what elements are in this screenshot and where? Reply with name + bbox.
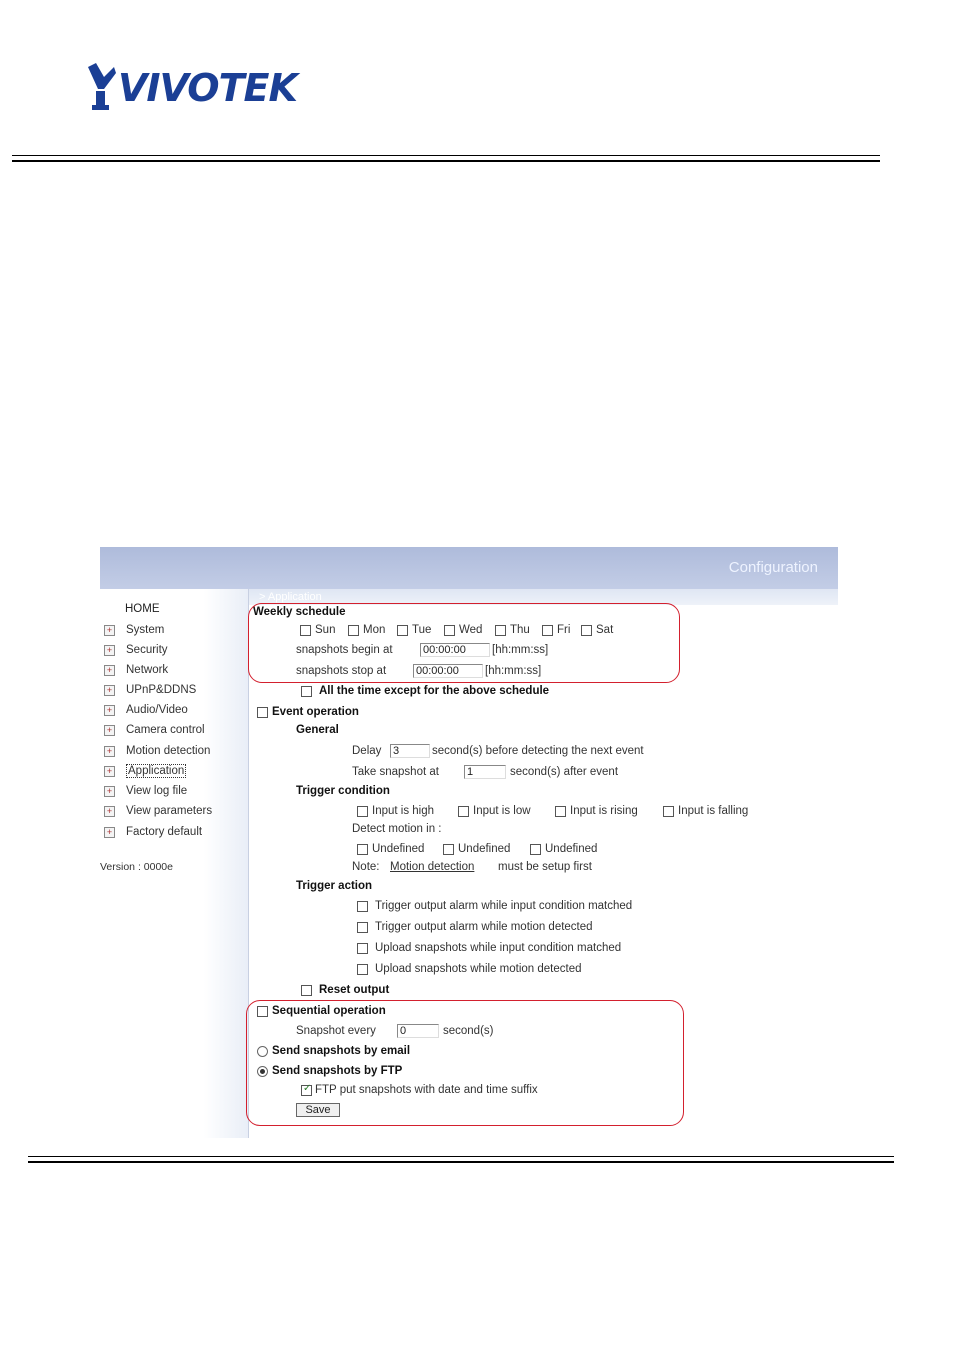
- input-falling-checkbox[interactable]: [663, 806, 674, 817]
- action-alarm-motion-checkbox[interactable]: [357, 922, 368, 933]
- delay-input[interactable]: 3: [390, 744, 430, 758]
- motion-window-1-checkbox[interactable]: [357, 844, 368, 855]
- expand-icon: +: [104, 664, 115, 676]
- expand-icon: +: [104, 745, 115, 757]
- take-snapshot-input[interactable]: 1: [464, 765, 506, 779]
- motion-window-label: Undefined: [372, 843, 425, 855]
- expand-icon: +: [104, 805, 115, 817]
- config-screenshot: Configuration HOME + System + Security + Ne…: [100, 547, 838, 1138]
- take-snapshot-suffix: second(s) after event: [510, 766, 619, 778]
- event-operation-checkbox[interactable]: [257, 707, 268, 718]
- expand-icon: +: [104, 785, 115, 797]
- expand-icon: +: [104, 624, 115, 636]
- version-label: Version : 0000e: [100, 861, 173, 873]
- delay-label: Delay: [352, 745, 382, 757]
- trigger-condition-heading: Trigger condition: [296, 785, 390, 797]
- motion-window-3-checkbox[interactable]: [530, 844, 541, 855]
- action-label: Trigger output alarm while input conditi…: [375, 900, 633, 912]
- event-operation-label: Event operation: [272, 706, 359, 718]
- expand-icon: +: [104, 724, 115, 736]
- note-suffix: must be setup first: [498, 861, 592, 873]
- delay-suffix: second(s) before detecting the next even…: [432, 745, 644, 757]
- sidebar-item-label: Network: [126, 664, 169, 676]
- sidebar-item-label: UPnP&DDNS: [126, 684, 197, 696]
- sidebar-item-label: Audio/Video: [126, 704, 188, 716]
- action-upload-motion-checkbox[interactable]: [357, 964, 368, 975]
- input-label: Input is high: [372, 805, 435, 817]
- note-prefix: Note:: [352, 861, 380, 873]
- highlight-sequential: [246, 1000, 684, 1126]
- top-divider: [12, 155, 880, 162]
- action-upload-input-checkbox[interactable]: [357, 943, 368, 954]
- sidebar-item-system[interactable]: + System: [104, 623, 164, 637]
- reset-output-checkbox[interactable]: [301, 985, 312, 996]
- expand-icon: +: [104, 765, 115, 777]
- highlight-weekly-schedule: [248, 603, 680, 683]
- bottom-divider: [28, 1156, 894, 1163]
- sidebar-item-network[interactable]: + Network: [104, 663, 168, 677]
- take-snapshot-label: Take snapshot at: [352, 766, 439, 778]
- motion-window-label: Undefined: [458, 843, 511, 855]
- sidebar-item-upnp-ddns[interactable]: + UPnP&DDNS: [104, 683, 196, 697]
- input-label: Input is falling: [678, 805, 749, 817]
- sidebar-item-motion-detection[interactable]: + Motion detection: [104, 744, 210, 758]
- sidebar-item-label: System: [126, 624, 165, 636]
- sidebar-item-audio-video[interactable]: + Audio/Video: [104, 703, 188, 717]
- detect-motion-label: Detect motion in :: [352, 823, 442, 835]
- sidebar-item-home[interactable]: HOME: [125, 603, 160, 615]
- except-schedule-checkbox[interactable]: [301, 686, 312, 697]
- motion-window-2-checkbox[interactable]: [443, 844, 454, 855]
- sidebar-item-label: Application: [126, 764, 187, 778]
- sidebar-item-view-parameters[interactable]: + View parameters: [104, 804, 212, 818]
- header-title: Configuration: [728, 559, 818, 576]
- action-label: Upload snapshots while input condition m…: [375, 942, 622, 954]
- input-label: Input is rising: [570, 805, 638, 817]
- expand-icon: +: [104, 644, 115, 656]
- input-high-checkbox[interactable]: [357, 806, 368, 817]
- sidebar-item-application[interactable]: + Application: [104, 764, 187, 778]
- input-low-checkbox[interactable]: [458, 806, 469, 817]
- action-alarm-input-checkbox[interactable]: [357, 901, 368, 912]
- sidebar-item-label: Security: [126, 644, 168, 656]
- input-rising-checkbox[interactable]: [555, 806, 566, 817]
- action-label: Upload snapshots while motion detected: [375, 963, 582, 975]
- sidebar-item-label: Motion detection: [126, 745, 211, 757]
- motion-detection-link[interactable]: Motion detection: [390, 861, 474, 873]
- sidebar-item-security[interactable]: + Security: [104, 643, 168, 657]
- except-schedule-label: All the time except for the above schedu…: [319, 685, 550, 697]
- sidebar-item-label: View parameters: [126, 805, 213, 817]
- input-label: Input is low: [473, 805, 531, 817]
- camera-logo-icon: [88, 63, 116, 110]
- sidebar-item-label: Camera control: [126, 724, 205, 736]
- reset-output-label: Reset output: [319, 984, 390, 996]
- sidebar-item-label: Factory default: [126, 826, 203, 838]
- expand-icon: +: [104, 684, 115, 696]
- motion-window-label: Undefined: [545, 843, 598, 855]
- brand-name: VIVOTEK: [118, 66, 298, 110]
- sidebar-item-camera-control[interactable]: + Camera control: [104, 723, 205, 737]
- general-heading: General: [296, 724, 339, 736]
- action-label: Trigger output alarm while motion detect…: [375, 921, 593, 933]
- trigger-action-heading: Trigger action: [296, 880, 373, 892]
- expand-icon: +: [104, 704, 115, 716]
- header-bar: Configuration: [100, 547, 838, 589]
- sidebar-item-label: View log file: [126, 785, 188, 797]
- expand-icon: +: [104, 826, 115, 838]
- vivotek-logo: VIVOTEK: [86, 62, 298, 114]
- sidebar-item-factory-default[interactable]: + Factory default: [104, 825, 202, 839]
- sidebar-item-view-log-file[interactable]: + View log file: [104, 784, 187, 798]
